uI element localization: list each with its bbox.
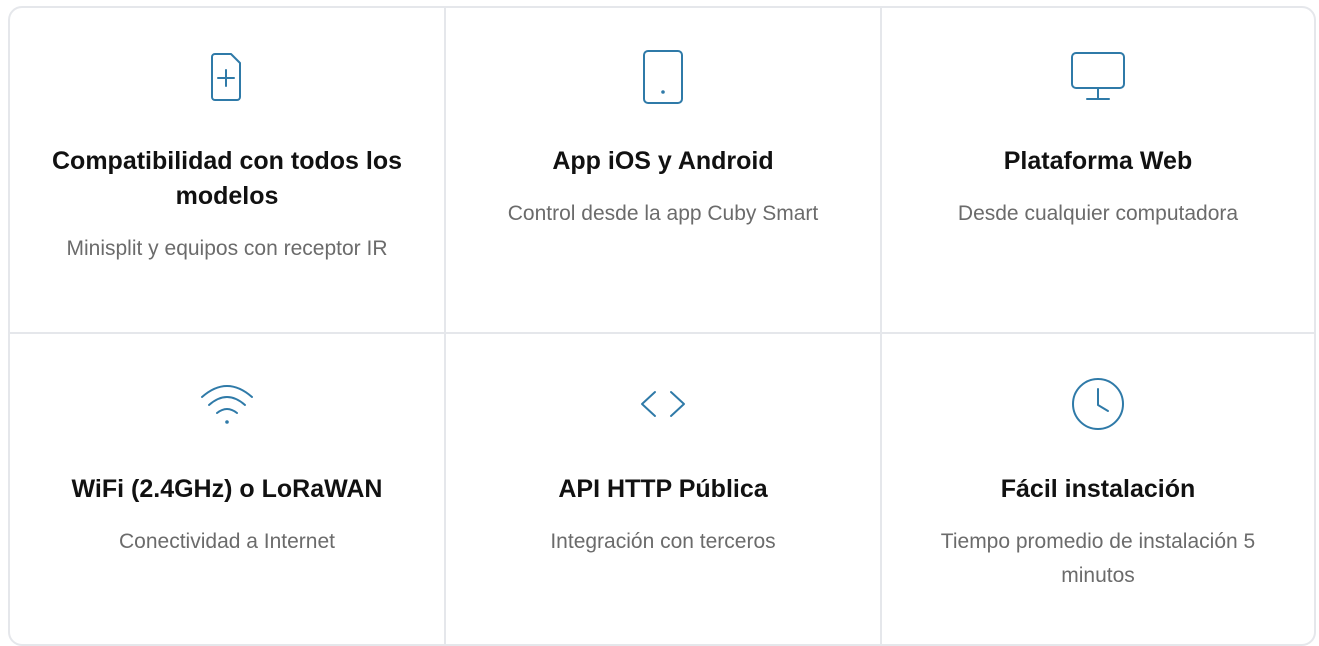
feature-title: WiFi (2.4GHz) o LoRaWAN bbox=[71, 475, 383, 503]
feature-description: Minisplit y equipos con receptor IR bbox=[66, 237, 388, 260]
feature-description: Control desde la app Cuby Smart bbox=[507, 202, 819, 225]
feature-title: Compatibilidad con todos los modelos bbox=[52, 147, 402, 210]
feature-description: Integración con terceros bbox=[550, 530, 776, 553]
features-grid: Compatibilidad con todos los modelos Min… bbox=[8, 6, 1316, 646]
feature-card-installation: Fácil instalación Tiempo promedio de ins… bbox=[882, 334, 1314, 644]
feature-description: Desde cualquier computadora bbox=[957, 202, 1239, 225]
tablet-icon bbox=[635, 48, 691, 104]
wifi-icon bbox=[199, 376, 255, 432]
feature-title: App iOS y Android bbox=[552, 147, 774, 175]
feature-description: Conectividad a Internet bbox=[119, 530, 335, 553]
feature-card-connectivity: WiFi (2.4GHz) o LoRaWAN Conectividad a I… bbox=[10, 334, 446, 644]
feature-title: API HTTP Pública bbox=[558, 475, 768, 503]
feature-title: Fácil instalación bbox=[1000, 475, 1196, 503]
clock-icon bbox=[1070, 376, 1126, 432]
monitor-icon bbox=[1070, 48, 1126, 104]
feature-card-app: App iOS y Android Control desde la app C… bbox=[446, 8, 882, 334]
code-icon bbox=[635, 376, 691, 432]
feature-description: Tiempo promedio de instalación 5 minutos bbox=[940, 530, 1256, 587]
feature-card-compatibility: Compatibilidad con todos los modelos Min… bbox=[10, 8, 446, 334]
feature-title: Plataforma Web bbox=[1003, 147, 1193, 175]
feature-card-web: Plataforma Web Desde cualquier computado… bbox=[882, 8, 1314, 334]
sim-card-plus-icon bbox=[199, 48, 255, 104]
feature-card-api: API HTTP Pública Integración con tercero… bbox=[446, 334, 882, 644]
